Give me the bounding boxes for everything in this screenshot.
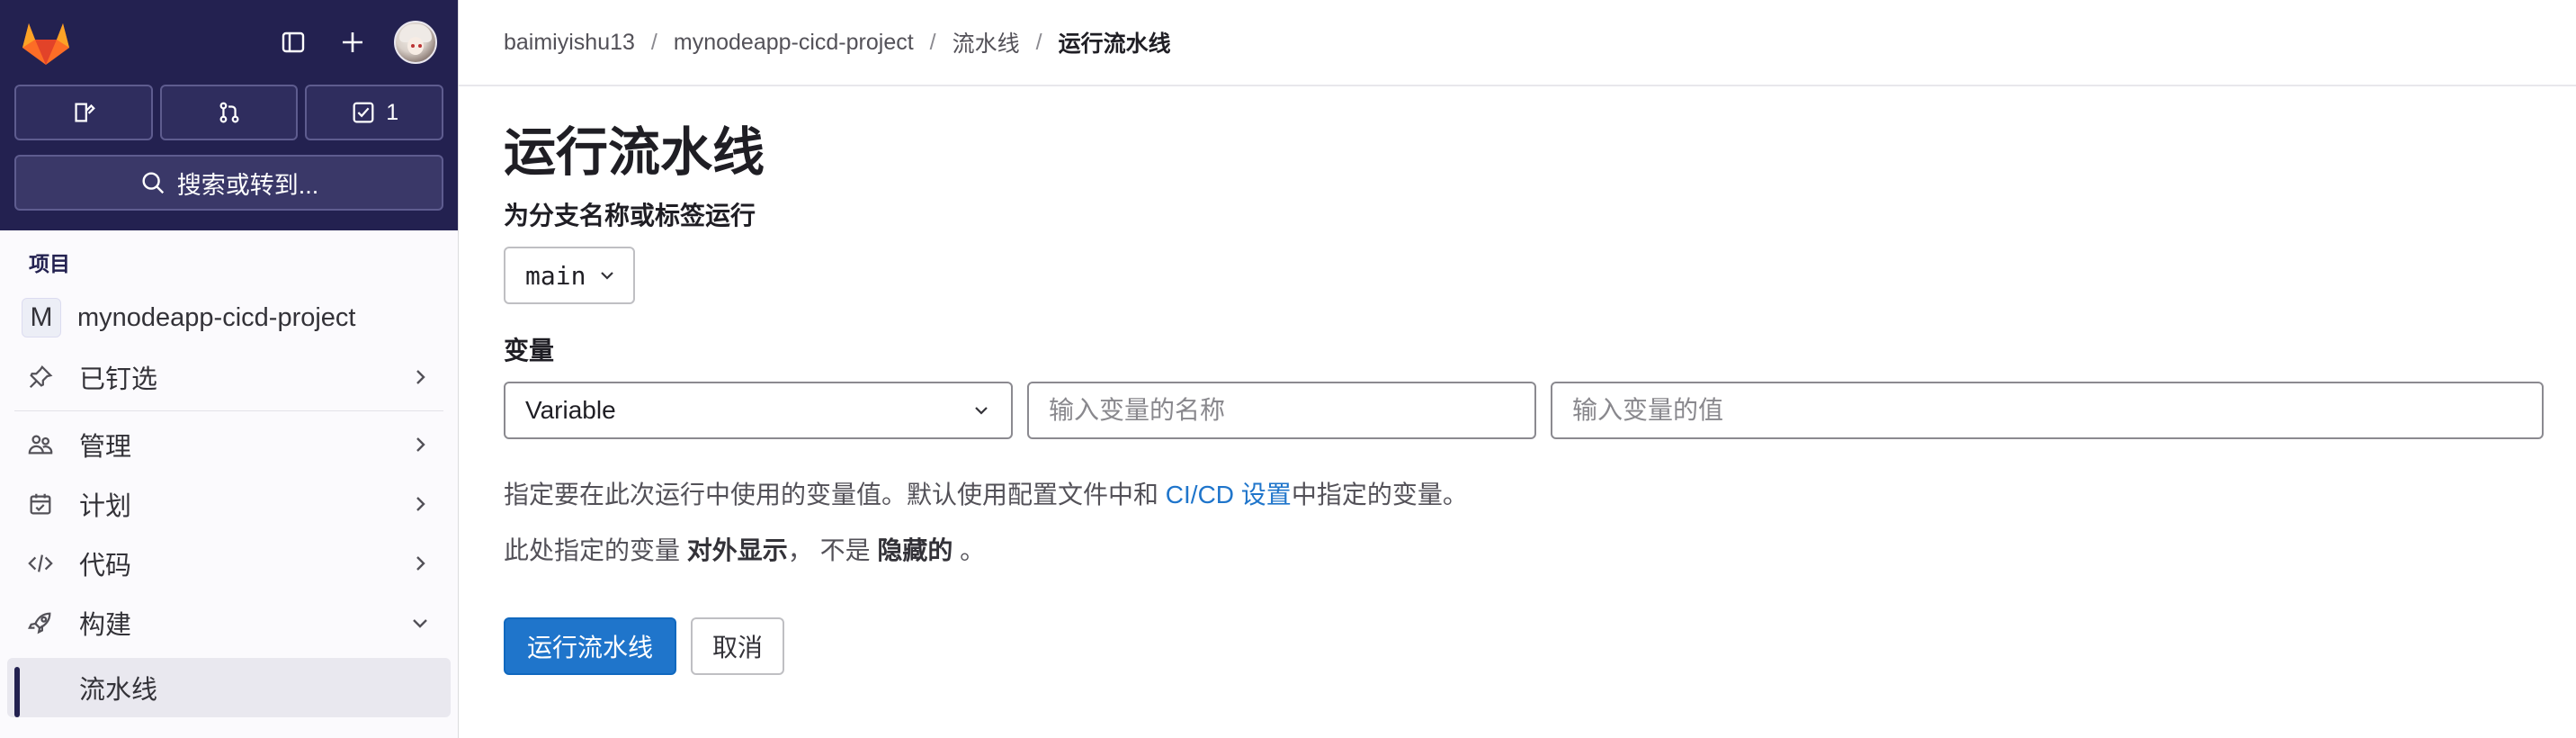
help-text-suffix: 中指定的变量。 xyxy=(1291,481,1468,508)
page-title: 运行流水线 xyxy=(504,123,765,182)
breadcrumb-item-project[interactable]: mynodeapp-cicd-project xyxy=(674,30,914,56)
cancel-button[interactable]: 取消 xyxy=(691,617,785,675)
search-label: 搜索或转到... xyxy=(176,171,319,199)
active-indicator xyxy=(14,667,20,717)
sidebar-subitem-pipelines[interactable]: 流水线 xyxy=(7,658,451,717)
variable-type-dropdown[interactable]: Variable xyxy=(504,382,1013,439)
sidebar-item-label: 已钉选 xyxy=(79,365,158,394)
rocket-icon xyxy=(27,609,54,636)
todo-count: 1 xyxy=(386,99,399,125)
form-actions: 运行流水线 取消 xyxy=(504,617,2576,675)
run-pipeline-button[interactable]: 运行流水线 xyxy=(504,617,677,675)
sidebar-item-label: 构建 xyxy=(79,611,132,640)
user-avatar[interactable] xyxy=(394,21,437,64)
breadcrumb-item-pipelines[interactable]: 流水线 xyxy=(953,26,1020,58)
issues-icon xyxy=(75,103,95,122)
sidebar-item-pinned[interactable]: 已钉选 xyxy=(0,347,458,407)
sidebar-item-label: 代码 xyxy=(79,552,132,580)
note-masked: 隐藏的 xyxy=(877,536,953,564)
project-link[interactable]: M mynodeapp-cicd-project xyxy=(0,288,458,347)
note-visible: 对外显示 xyxy=(686,536,788,564)
variable-row: Variable xyxy=(504,382,2576,439)
main-content: baimiyishu13 / mynodeapp-cicd-project / … xyxy=(459,0,2576,738)
breadcrumb-item-current[interactable]: 运行流水线 xyxy=(1059,26,1171,58)
chevron-right-icon xyxy=(416,556,425,571)
sidebar: 1 搜索或转到... 项目 M mynodeapp-cicd-project 已… xyxy=(0,0,459,738)
divider xyxy=(14,410,443,411)
sidebar-item-plan[interactable]: 计划 xyxy=(0,474,458,534)
project-name: mynodeapp-cicd-project xyxy=(77,302,356,332)
app-window: 1 搜索或转到... 项目 M mynodeapp-cicd-project 已… xyxy=(0,0,2576,738)
merge-requests-button[interactable] xyxy=(159,85,299,140)
section-label-project: 项目 xyxy=(29,252,70,275)
variable-type-value: Variable xyxy=(525,396,616,424)
issues-button[interactable] xyxy=(14,85,153,140)
note-end: 。 xyxy=(953,536,986,564)
variables-help-text: 指定要在此次运行中使用的变量值。默认使用配置文件中和 CI/CD 设置中指定的变… xyxy=(504,475,2576,511)
branch-value: main xyxy=(525,260,586,291)
branch-dropdown[interactable]: main xyxy=(504,247,635,304)
variables-visibility-note: 此处指定的变量 对外显示， 不是 隐藏的 。 xyxy=(504,531,2576,567)
search-icon xyxy=(142,172,164,194)
sidebar-header: 1 搜索或转到... xyxy=(0,0,458,230)
project-avatar: M xyxy=(22,298,61,338)
chevron-right-icon xyxy=(416,437,425,452)
sidebar-item-code[interactable]: 代码 xyxy=(0,534,458,593)
run-pipeline-form: 运行流水线 为分支名称或标签运行 main 变量 Variable 指定要在此次… xyxy=(459,110,2576,675)
breadcrumb-separator: / xyxy=(650,29,657,55)
search-button[interactable]: 搜索或转到... xyxy=(14,155,443,211)
note-prefix: 此处指定的变量 xyxy=(504,536,687,564)
merge-request-icon xyxy=(219,102,238,123)
breadcrumb-separator: / xyxy=(929,29,936,55)
sidebar-subitem-label: 流水线 xyxy=(79,676,158,705)
sidebar-item-build[interactable]: 构建 xyxy=(0,593,458,652)
chevron-down-icon xyxy=(975,407,988,415)
help-text-prefix: 指定要在此次运行中使用的变量值。默认使用配置文件中和 xyxy=(504,481,1166,508)
branch-label: 为分支名称或标签运行 xyxy=(504,202,756,230)
users-icon xyxy=(27,431,54,458)
sidebar-item-label: 管理 xyxy=(79,433,132,462)
gitlab-logo-icon[interactable] xyxy=(20,20,72,67)
breadcrumb-separator: / xyxy=(1035,29,1042,55)
calendar-icon xyxy=(27,490,54,518)
plus-icon[interactable] xyxy=(335,24,371,60)
todo-checkbox-icon xyxy=(353,102,374,123)
variable-value-input[interactable] xyxy=(1551,382,2544,439)
sidebar-item-label: 计划 xyxy=(79,492,132,521)
pin-icon xyxy=(27,364,54,391)
chevron-down-icon xyxy=(601,272,614,280)
variables-label: 变量 xyxy=(504,337,555,364)
note-mid: ， 不是 xyxy=(787,536,878,564)
breadcrumb: baimiyishu13 / mynodeapp-cicd-project / … xyxy=(459,0,2576,86)
ci-cd-settings-link[interactable]: CI/CD 设置 xyxy=(1166,481,1292,508)
chevron-right-icon xyxy=(416,497,425,511)
chevron-right-icon xyxy=(416,370,425,384)
breadcrumb-item-user[interactable]: baimiyishu13 xyxy=(504,30,635,56)
todos-button[interactable]: 1 xyxy=(305,85,444,140)
variable-key-input[interactable] xyxy=(1027,382,1536,439)
code-icon xyxy=(27,550,54,577)
chevron-down-icon xyxy=(413,619,427,628)
toggle-sidebar-icon[interactable] xyxy=(275,24,311,60)
sidebar-item-manage[interactable]: 管理 xyxy=(0,415,458,474)
